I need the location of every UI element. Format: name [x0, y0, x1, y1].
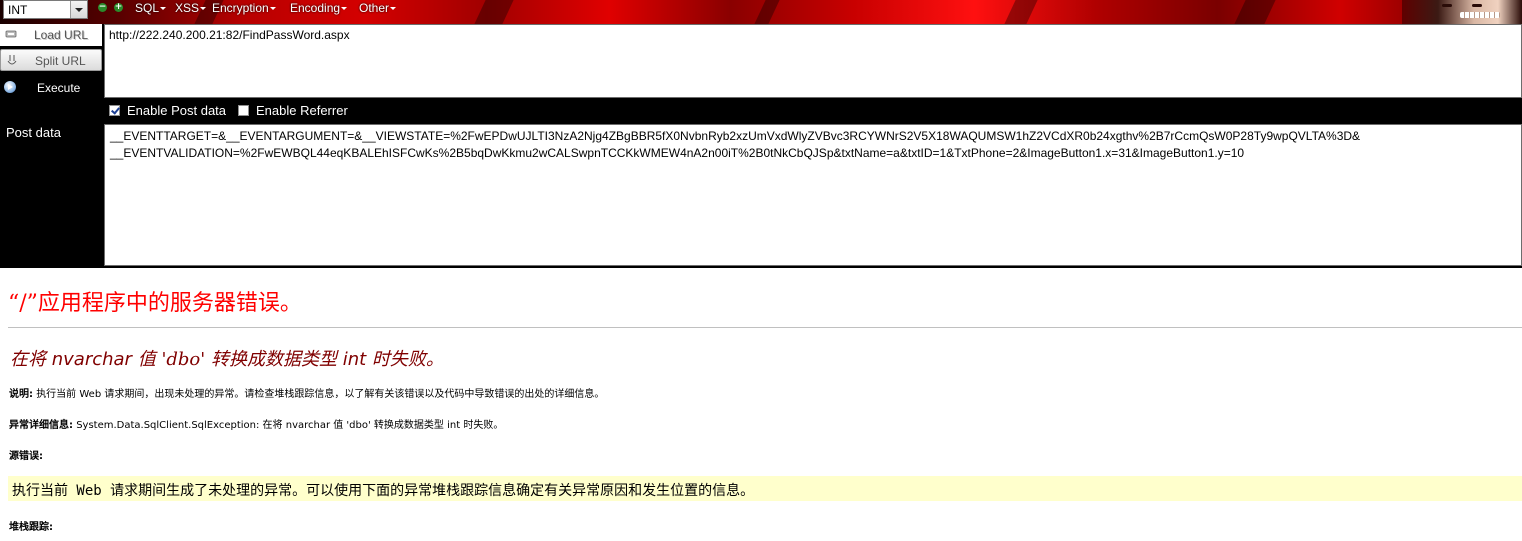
execute-label: Execute — [37, 81, 81, 95]
enable-referrer-label[interactable]: Enable Referrer — [256, 103, 348, 118]
caret-icon — [341, 7, 348, 11]
menu-encryption[interactable]: Encryption — [212, 1, 276, 15]
stack-trace-label: 堆栈跟踪: — [9, 522, 53, 533]
description-line: 说明: 执行当前 Web 请求期间，出现未处理的异常。请检查堆栈跟踪信息，以了解… — [9, 385, 604, 400]
stack-trace-line: 堆栈跟踪: — [9, 518, 53, 533]
source-error-text: 执行当前 Web 请求期间生成了未处理的异常。可以使用下面的异常堆栈跟踪信息确定… — [12, 483, 755, 499]
background-streak — [474, 0, 514, 24]
url-input[interactable]: http://222.240.200.21:82/FindPassWord.as… — [104, 24, 1522, 98]
enable-post-label[interactable]: Enable Post data — [127, 103, 226, 118]
split-url-button[interactable]: Split URL — [0, 49, 102, 71]
caret-icon — [160, 7, 167, 11]
split-url-label: Split URL — [35, 54, 86, 68]
error-page-title: “/”应用程序中的服务器错误。 — [8, 291, 302, 316]
divider — [8, 327, 1522, 328]
theme-character-art — [1402, 0, 1522, 24]
minus-icon[interactable]: − — [98, 3, 107, 12]
background-streak — [1004, 0, 1038, 24]
url-input-value: http://222.240.200.21:82/FindPassWord.as… — [109, 28, 350, 42]
plus-icon[interactable]: + — [114, 3, 123, 12]
caret-icon — [269, 7, 276, 11]
encoding-select[interactable]: INT — [3, 0, 88, 19]
exception-label: 异常详细信息: — [9, 420, 73, 431]
post-data-line: __EVENTTARGET=&__EVENTARGUMENT=&__VIEWST… — [110, 129, 1361, 143]
execute-button[interactable]: Execute — [0, 76, 102, 98]
exception-details-line: 异常详细信息: System.Data.SqlClient.SqlExcepti… — [9, 416, 503, 431]
post-data-textarea[interactable]: __EVENTTARGET=&__EVENTARGUMENT=&__VIEWST… — [104, 124, 1522, 266]
menu-encoding[interactable]: Encoding — [290, 1, 348, 15]
description-text: 执行当前 Web 请求期间，出现未处理的异常。请检查堆栈跟踪信息，以了解有关该错… — [36, 389, 605, 400]
source-error-label: 源错误: — [9, 451, 43, 462]
error-summary: 在将 nvarchar 值 'dbo' 转换成数据类型 int 时失败。 — [10, 349, 444, 370]
load-url-button[interactable]: Load URL — [0, 24, 102, 46]
chevron-down-icon — [70, 1, 87, 18]
caret-icon — [200, 7, 207, 11]
menu-sql[interactable]: SQL — [135, 1, 167, 15]
source-error-line: 源错误: — [9, 447, 43, 462]
encoding-select-value: INT — [8, 3, 28, 17]
post-data-line: __EVENTVALIDATION=%2FwEWBQL44eqKBALEhISF… — [110, 146, 1245, 160]
menu-other[interactable]: Other — [359, 1, 397, 15]
description-label: 说明: — [9, 389, 33, 400]
caret-icon — [390, 7, 397, 11]
execute-icon — [4, 81, 16, 93]
source-error-box: 执行当前 Web 请求期间生成了未处理的异常。可以使用下面的异常堆栈跟踪信息确定… — [8, 476, 1522, 501]
background-streak — [1234, 0, 1276, 24]
exception-text: System.Data.SqlClient.SqlException: 在将 n… — [76, 420, 504, 431]
post-data-label: Post data — [6, 125, 61, 140]
enable-post-checkbox[interactable] — [109, 105, 120, 116]
menu-xss[interactable]: XSS — [175, 1, 207, 15]
background-streak — [754, 0, 780, 24]
split-url-icon — [7, 55, 17, 65]
hackbar-menubar: INT − + SQL XSS Encryption Encoding Othe… — [0, 0, 1522, 24]
load-url-label: Load URL — [34, 28, 89, 42]
load-url-icon — [5, 30, 17, 38]
enable-referrer-checkbox[interactable] — [238, 105, 249, 116]
